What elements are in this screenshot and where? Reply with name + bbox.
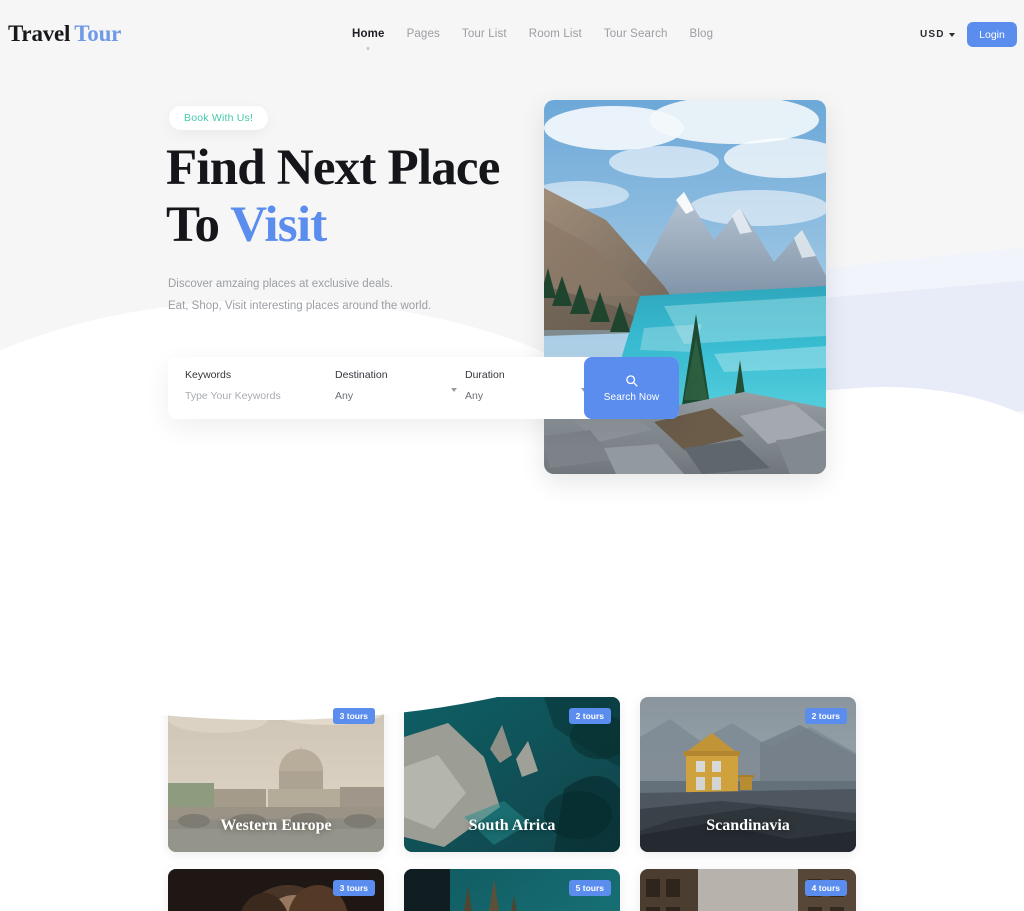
hero-subtitle: Discover amzaing places at exclusive dea… <box>168 273 431 317</box>
currency-label: USD <box>920 29 945 40</box>
destination-card-row2-3[interactable]: 4 tours <box>640 869 856 911</box>
tour-count-badge: 2 tours <box>568 708 611 724</box>
destination-card-scandinavia[interactable]: 2 tours Scandinavia <box>640 697 856 852</box>
card-title: Scandinavia <box>706 817 790 834</box>
card-title: South Africa <box>468 817 556 834</box>
destination-select[interactable]: Any <box>335 390 465 402</box>
card-title: Western Europe <box>220 817 332 834</box>
hero-subtitle-line2: Eat, Shop, Visit interesting places arou… <box>168 300 432 312</box>
search-now-button[interactable]: Search Now <box>584 357 679 419</box>
hero-section: Book With Us! Find Next Place To Visit D… <box>0 0 1024 500</box>
duration-select[interactable]: Any <box>465 390 595 402</box>
tour-count-badge: 3 tours <box>332 708 375 724</box>
tour-count-badge: 5 tours <box>568 880 611 896</box>
hero-title-accent: Visit <box>230 197 327 253</box>
currency-selector[interactable]: USD <box>920 29 955 40</box>
destination-card-south-africa[interactable]: 2 tours South Africa <box>404 697 620 852</box>
hero-title: Find Next Place To Visit <box>166 140 500 254</box>
destination-card-row2-2[interactable]: 5 tours <box>404 869 620 911</box>
duration-label: Duration <box>465 369 505 381</box>
nav-item-room-list[interactable]: Room List <box>529 28 582 50</box>
tour-count-badge: 2 tours <box>804 708 847 724</box>
destination-field[interactable]: Destination Any <box>335 357 465 419</box>
destination-chevron-down-icon <box>451 388 457 392</box>
keywords-field[interactable]: Keywords Type Your Keywords <box>185 357 318 419</box>
hero-title-line2: To Visit <box>166 197 500 254</box>
hero-title-line1: Find Next Place <box>166 140 500 196</box>
book-with-us-badge: Book With Us! <box>169 106 269 130</box>
destination-card-western-europe[interactable]: 3 tours Western Europe <box>168 697 384 852</box>
search-input[interactable]: Type Your Keywords <box>185 390 318 402</box>
keywords-label: Keywords <box>185 369 232 381</box>
destination-card-row2-1[interactable]: 3 tours <box>168 869 384 911</box>
nav-item-blog[interactable]: Blog <box>690 28 714 50</box>
search-now-label: Search Now <box>603 391 660 403</box>
hero-title-line2-plain: To <box>166 197 231 253</box>
nav-item-pages[interactable]: Pages <box>407 28 440 50</box>
search-icon <box>626 374 638 387</box>
logo-secondary: Tour <box>74 21 122 46</box>
nav-item-tour-list[interactable]: Tour List <box>462 28 507 50</box>
logo-primary: Travel <box>8 21 71 46</box>
hero-subtitle-line1: Discover amzaing places at exclusive dea… <box>168 278 393 290</box>
duration-field[interactable]: Duration Any <box>465 357 595 419</box>
tour-count-badge: 4 tours <box>804 880 847 896</box>
page-root: Travel Tour Home Pages Tour List Room Lis… <box>0 0 1024 911</box>
tour-count-badge: 3 tours <box>332 880 375 896</box>
destination-label: Destination <box>335 369 388 381</box>
login-button[interactable]: Login <box>967 22 1017 47</box>
main-navigation: Home Pages Tour List Room List Tour Sear… <box>352 28 713 50</box>
site-logo[interactable]: Travel Tour <box>8 21 121 47</box>
site-header: Travel Tour Home Pages Tour List Room Lis… <box>0 0 1024 68</box>
chevron-down-icon <box>948 32 955 37</box>
nav-item-home[interactable]: Home <box>352 28 385 50</box>
nav-item-tour-search[interactable]: Tour Search <box>604 28 668 50</box>
